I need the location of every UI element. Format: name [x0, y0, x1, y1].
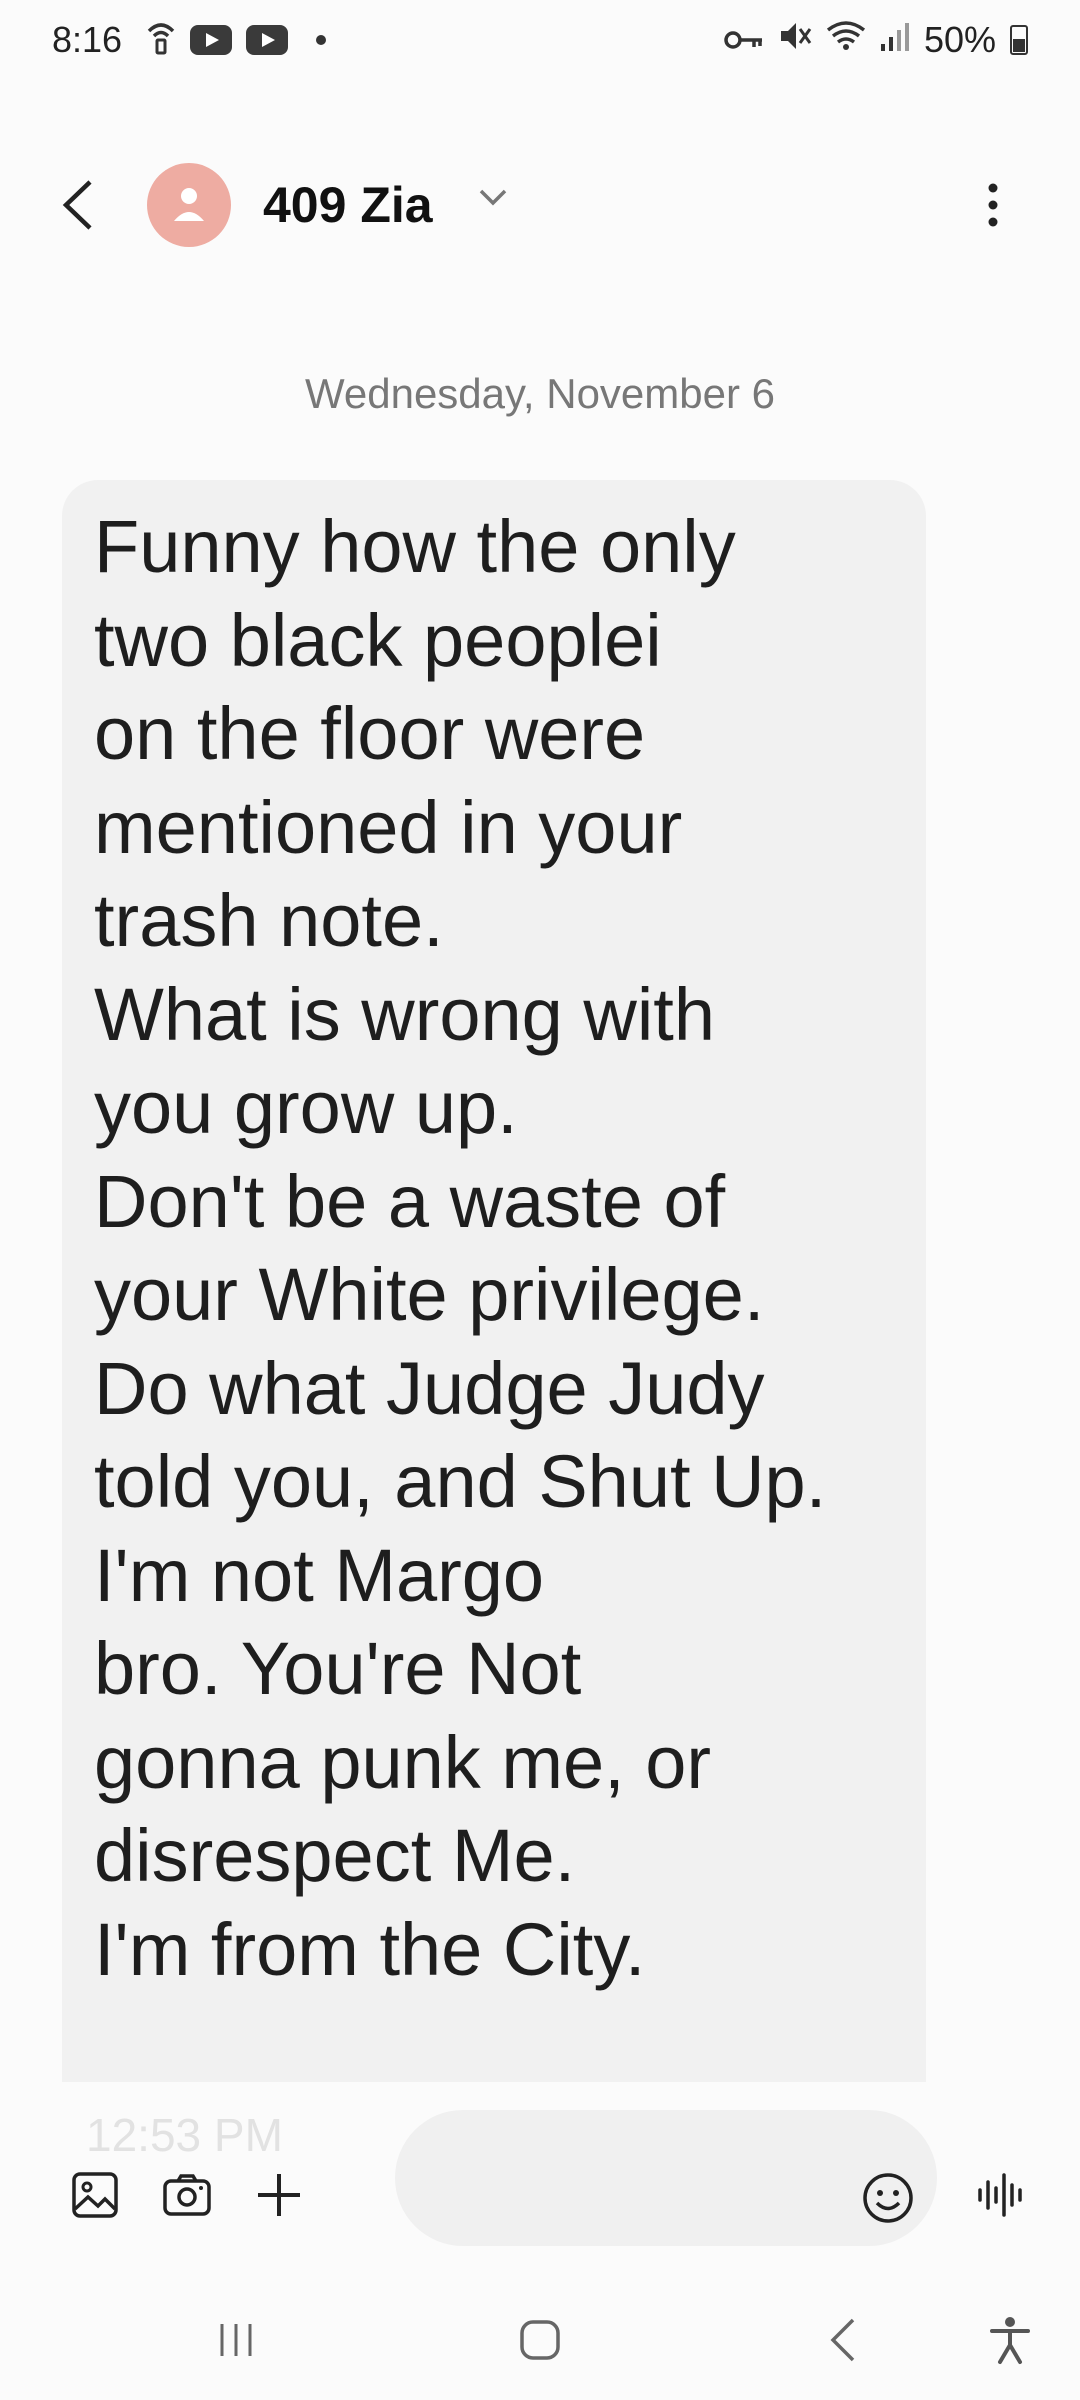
chevron-down-icon	[479, 189, 507, 206]
composer-actions	[70, 2170, 304, 2220]
battery-text: 50%	[923, 19, 996, 60]
emoji-button[interactable]	[862, 2172, 914, 2229]
signal-icon	[880, 19, 910, 61]
wifi-calling-icon	[146, 17, 176, 64]
youtube-icon	[190, 25, 233, 55]
date-divider: Wednesday, November 6	[304, 370, 776, 417]
status-left: 8:16	[52, 17, 327, 64]
recents-button[interactable]	[206, 2310, 266, 2370]
home-button[interactable]	[510, 2310, 570, 2370]
camera-icon	[163, 2174, 211, 2216]
wifi-icon	[826, 19, 866, 61]
home-icon	[520, 2320, 560, 2360]
back-button[interactable]	[60, 175, 110, 235]
camera-button[interactable]	[162, 2170, 212, 2220]
more-vert-icon	[988, 183, 998, 227]
accessibility-button[interactable]	[980, 2310, 1040, 2370]
nav-back-button[interactable]	[812, 2310, 872, 2370]
conversation-header: 409 Zia	[0, 150, 1080, 260]
mute-icon	[778, 19, 812, 61]
notification-dot-icon	[316, 35, 327, 45]
voice-record-button[interactable]	[976, 2172, 1028, 2223]
more-options-button[interactable]	[978, 175, 1008, 235]
key-icon	[724, 19, 764, 61]
plus-icon	[258, 2174, 300, 2216]
back-icon	[62, 180, 92, 230]
emoji-icon	[863, 2173, 913, 2223]
message-input[interactable]	[395, 2110, 937, 2246]
message-timestamp: 12:53 PM	[86, 2109, 283, 2161]
avatar[interactable]	[147, 163, 231, 247]
navigation-bar	[0, 2280, 1080, 2400]
add-attachment-button[interactable]	[254, 2170, 304, 2220]
accessibility-icon	[990, 2317, 1030, 2364]
contact-details-button[interactable]	[478, 188, 508, 213]
gallery-button[interactable]	[70, 2170, 120, 2220]
message-text: Funny how the only two black peoplei on …	[94, 505, 827, 1991]
status-time: 8:16	[52, 19, 123, 60]
contact-name[interactable]: 409 Zia	[263, 176, 433, 234]
gallery-icon	[72, 2172, 118, 2218]
message-bubble[interactable]: Funny how the only two black peoplei on …	[62, 480, 926, 2082]
nav-back-icon	[830, 2318, 855, 2362]
recents-icon	[220, 2324, 252, 2356]
voice-wave-icon	[978, 2173, 1022, 2217]
person-icon	[174, 188, 204, 221]
youtube-icon	[246, 25, 289, 55]
battery-icon	[1010, 25, 1028, 55]
status-bar: 8:16 50%	[0, 0, 1080, 80]
status-right: 50%	[724, 19, 1028, 61]
